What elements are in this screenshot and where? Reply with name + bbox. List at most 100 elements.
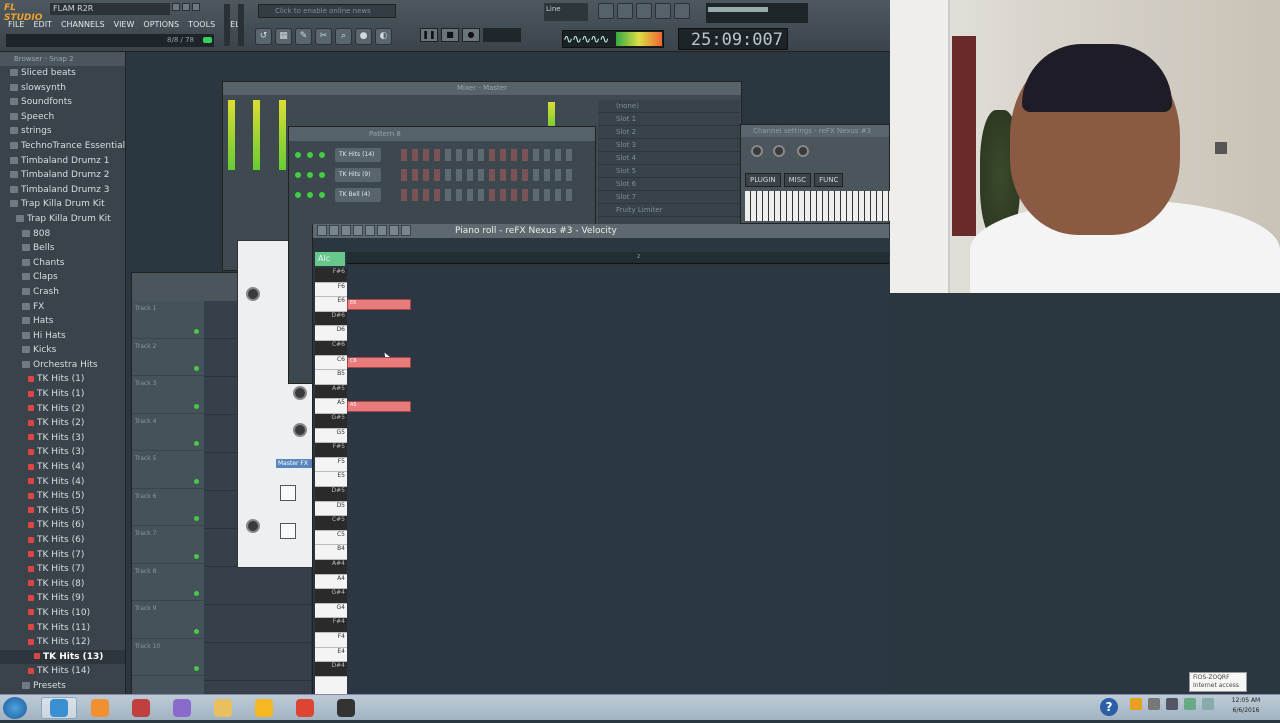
step-button[interactable] xyxy=(533,149,539,161)
playlist-track[interactable]: Track 6 xyxy=(132,489,204,526)
step-button[interactable] xyxy=(500,149,506,161)
browser-file-item[interactable]: TK Hits (6) xyxy=(0,533,125,548)
start-button[interactable] xyxy=(3,697,27,719)
browser-file-item[interactable]: TK Hits (7) xyxy=(0,562,125,577)
piano-key[interactable]: D6 xyxy=(315,326,347,341)
piano-key[interactable]: F#4 xyxy=(315,618,347,633)
step-button[interactable] xyxy=(555,149,561,161)
mixer-slot[interactable]: Slot 4 xyxy=(598,152,740,165)
browser-folder-item[interactable]: Trap Killa Drum Kit xyxy=(0,212,125,227)
step-button[interactable] xyxy=(522,189,528,201)
paint-tool-icon[interactable] xyxy=(329,225,339,236)
piano-key[interactable]: C6 xyxy=(315,356,347,371)
browser-file-item[interactable]: TK Hits (10) xyxy=(0,606,125,621)
browser-folder-item[interactable]: 808 xyxy=(0,227,125,242)
piano-key[interactable]: D#5 xyxy=(315,487,347,502)
taskbar-app[interactable] xyxy=(287,697,323,719)
channel-name-button[interactable]: TK Hits (14) xyxy=(335,148,381,162)
browser-folder-item[interactable]: Claps xyxy=(0,270,125,285)
step-button[interactable] xyxy=(511,169,517,181)
piano-key[interactable]: G4 xyxy=(315,604,347,619)
piano-key[interactable]: G#5 xyxy=(315,414,347,429)
browser-file-item[interactable]: TK Hits (14) xyxy=(0,664,125,679)
menu-tools[interactable]: TOOLS xyxy=(186,19,217,30)
step-button[interactable] xyxy=(401,189,407,201)
browser-folder-item[interactable]: Trap Killa Drum Kit xyxy=(0,197,125,212)
browser-file-item[interactable]: TK Hits (2) xyxy=(0,416,125,431)
mixer-icon[interactable] xyxy=(655,3,671,19)
track-mute-led[interactable] xyxy=(194,403,199,409)
step-button[interactable] xyxy=(566,149,572,161)
step-button[interactable] xyxy=(511,189,517,201)
track-mute-led[interactable] xyxy=(194,553,199,559)
browser-folder-item[interactable]: Chants xyxy=(0,256,125,271)
step-button[interactable] xyxy=(489,149,495,161)
piano-roll-note[interactable]: C6 xyxy=(347,357,411,369)
step-button[interactable] xyxy=(456,169,462,181)
piano-key[interactable]: C#6 xyxy=(315,341,347,356)
pan-knob[interactable] xyxy=(773,145,785,157)
piano-key[interactable]: E6 xyxy=(315,297,347,312)
step-button[interactable] xyxy=(401,169,407,181)
step-button[interactable] xyxy=(566,189,572,201)
step-button[interactable] xyxy=(544,189,550,201)
piano-key[interactable]: C#5 xyxy=(315,516,347,531)
step-button[interactable] xyxy=(566,169,572,181)
channel-led[interactable] xyxy=(319,172,325,178)
browser-folder-item[interactable]: slowsynth xyxy=(0,81,125,96)
step-button[interactable] xyxy=(522,149,528,161)
step-button[interactable] xyxy=(544,149,550,161)
taskbar-app[interactable] xyxy=(205,697,241,719)
time-display[interactable]: 25:09:007 xyxy=(678,28,788,50)
step-button[interactable] xyxy=(511,149,517,161)
piano-key[interactable]: A#5 xyxy=(315,384,347,400)
browser-folder-item[interactable]: Soundfonts xyxy=(0,95,125,110)
channel-name-button[interactable]: TK Bell (4) xyxy=(335,188,381,202)
step-button[interactable] xyxy=(434,169,440,181)
step-button[interactable] xyxy=(555,189,561,201)
tab-func[interactable]: FUNC xyxy=(814,173,844,187)
step-button[interactable] xyxy=(489,169,495,181)
zoom-tool-icon[interactable] xyxy=(389,225,399,236)
browser-file-item[interactable]: TK Hits (4) xyxy=(0,475,125,490)
piano-key[interactable]: D5 xyxy=(315,502,347,517)
channel-led[interactable] xyxy=(319,152,325,158)
browser-file-item[interactable]: TK Hits (5) xyxy=(0,489,125,504)
menu-file[interactable]: FILE xyxy=(6,19,26,30)
step-button[interactable] xyxy=(544,169,550,181)
browser-folder-item[interactable]: Timbaland Drumz 1 xyxy=(0,154,125,169)
browser-file-item[interactable]: TK Hits (5) xyxy=(0,504,125,519)
tab-misc[interactable]: MISC xyxy=(783,173,812,187)
piano-keyboard[interactable]: F#6 F6 E6 D#6 D6 C#6 C6 B5 A#5 A5 G#5 G5 F#5 F5 E5 D#5 D… xyxy=(315,268,347,694)
tab-plugin[interactable]: PLUGIN xyxy=(745,173,781,187)
track-mute-led[interactable] xyxy=(194,328,199,334)
step-button[interactable] xyxy=(555,169,561,181)
piano-key[interactable]: G5 xyxy=(315,429,347,444)
channel-led[interactable] xyxy=(319,192,325,198)
track-mute-led[interactable] xyxy=(194,628,199,634)
step-button[interactable] xyxy=(489,189,495,201)
step-button[interactable] xyxy=(423,149,429,161)
browser-folder-item[interactable]: strings xyxy=(0,124,125,139)
playlist-track[interactable]: Track 10 xyxy=(132,639,204,676)
step-button[interactable] xyxy=(445,189,451,201)
step-button[interactable] xyxy=(412,149,418,161)
track-mute-led[interactable] xyxy=(194,366,199,371)
piano-key[interactable]: A#4 xyxy=(315,560,347,575)
menu-options[interactable]: OPTIONS xyxy=(141,19,181,30)
browser-folder-item[interactable]: FX xyxy=(0,300,125,315)
playlist-track[interactable]: Track 9 xyxy=(132,601,204,639)
step-button[interactable] xyxy=(423,189,429,201)
piano-key[interactable]: B4 xyxy=(315,545,347,560)
volume-icon[interactable] xyxy=(1202,698,1214,710)
playlist-track[interactable]: Track 8 xyxy=(132,564,204,601)
undo-icon[interactable]: ↺ xyxy=(255,28,272,45)
browser-folder-item[interactable]: Timbaland Drumz 3 xyxy=(0,183,125,198)
track-mute-led[interactable] xyxy=(194,441,199,446)
piano-key[interactable]: F#6 xyxy=(315,268,347,283)
draw-tool-icon[interactable] xyxy=(317,225,327,236)
step-button[interactable] xyxy=(500,169,506,181)
draw-icon[interactable]: ✎ xyxy=(295,28,312,45)
browser-file-item[interactable]: TK Hits (9) xyxy=(0,591,125,606)
zoom-icon[interactable]: ⌕ xyxy=(335,28,352,45)
